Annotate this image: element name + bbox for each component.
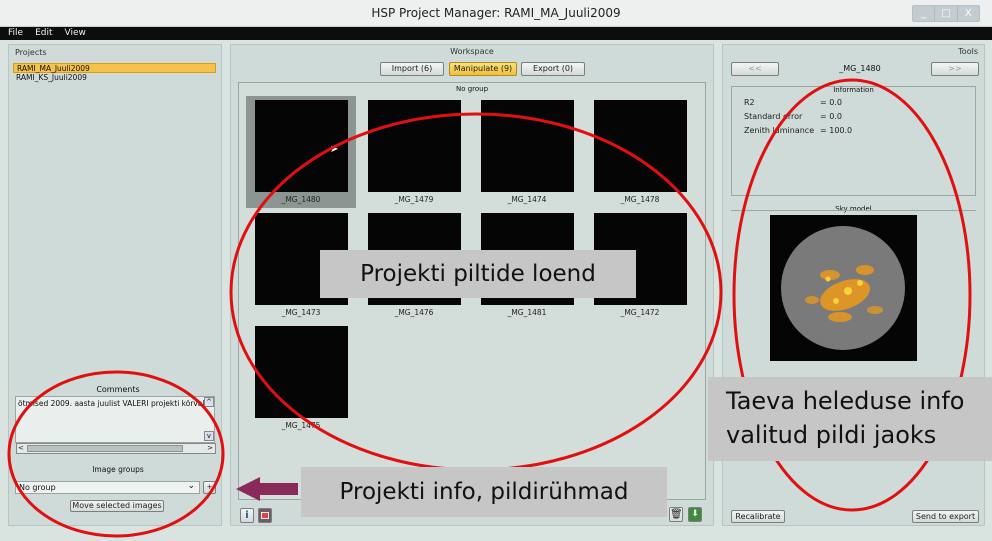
horizontal-scrollbar[interactable]: < > <box>16 443 216 454</box>
stat-r2: R2 = 0.0 <box>744 98 852 112</box>
next-image-button[interactable]: >> <box>931 62 979 76</box>
image-thumb-mg1478[interactable]: _MG_1478 <box>585 96 695 208</box>
annotation-label-images: Projekti piltide loend <box>320 250 636 298</box>
annotation-label-sky: Taeva heleduse info valitud pildi jaoks <box>708 377 992 461</box>
tab-manipulate[interactable]: Manipulate (9) <box>449 62 517 76</box>
image-name: _MG_1476 <box>394 308 434 317</box>
send-to-export-button[interactable]: Send to export <box>912 510 979 523</box>
maximize-button[interactable]: □ <box>935 6 958 21</box>
scroll-left-button[interactable]: < <box>18 444 24 452</box>
image-thumb-mg1479[interactable]: _MG_1479 <box>359 96 469 208</box>
stat-zenith-value: = 100.0 <box>820 126 853 135</box>
workspace-title: Workspace <box>450 47 494 56</box>
comments-textarea[interactable]: õtmised 2009. aasta juulist VALERI proje… <box>15 396 216 454</box>
image-view-button[interactable] <box>258 508 272 523</box>
image-thumb-mg1474[interactable]: _MG_1474 <box>472 96 582 208</box>
stat-zenith-label: Zenith luminance <box>744 126 815 135</box>
scroll-up-button[interactable]: ^ <box>204 397 214 407</box>
window-title: HSP Project Manager: RAMI_MA_Juuli2009 <box>371 6 621 20</box>
image-name: _MG_1473 <box>281 308 321 317</box>
project-list: RAMI_MA_Juuli2009 RAMI_KS_Juuli2009 <box>13 63 216 83</box>
prev-image-button[interactable]: << <box>731 62 779 76</box>
image-thumb-mg1480[interactable]: ➤ _MG_1480 <box>246 96 356 208</box>
cursor-icon: ➤ <box>330 144 339 155</box>
image-group-selected: No group <box>19 483 56 492</box>
chevron-down-icon: ⌄ <box>187 481 195 491</box>
stat-zenith: Zenith luminance = 100.0 <box>744 126 852 140</box>
scrollbar-thumb[interactable] <box>27 445 183 452</box>
image-name: _MG_1475 <box>281 421 321 430</box>
menu-edit[interactable]: Edit <box>35 27 52 40</box>
close-button[interactable]: X <box>957 6 979 21</box>
tab-export[interactable]: Export (0) <box>521 62 585 76</box>
image-group-add-button[interactable]: + <box>203 481 216 494</box>
export-arrow-icon: ⬇ <box>691 509 699 519</box>
comments-title: Comments <box>96 385 140 394</box>
stat-stderr: Standard error = 0.0 <box>744 112 852 126</box>
annotation-sky-line1: Taeva heleduse info <box>726 387 965 415</box>
sky-statistics: R2 = 0.0 Standard error = 0.0 Zenith lumin… <box>744 98 852 140</box>
tools-title: Tools <box>958 47 978 56</box>
menu-view[interactable]: View <box>65 27 86 40</box>
recalibrate-button[interactable]: Recalibrate <box>731 510 785 523</box>
trash-icon: 🗑 <box>670 509 683 520</box>
stat-stderr-value: = 0.0 <box>820 112 842 121</box>
image-thumb-mg1475[interactable]: _MG_1475 <box>246 322 356 434</box>
info-button[interactable]: i <box>240 508 254 523</box>
delete-button[interactable]: 🗑 <box>669 507 683 522</box>
stat-stderr-label: Standard error <box>744 112 803 121</box>
image-name: _MG_1478 <box>620 195 660 204</box>
skymodel-graphic <box>781 226 905 350</box>
image-name: _MG_1480 <box>281 195 321 204</box>
image-name: _MG_1472 <box>620 308 660 317</box>
comments-text: õtmised 2009. aasta juulist VALERI proje… <box>18 399 204 408</box>
stat-r2-label: R2 <box>744 98 755 107</box>
annotation-label-project-info: Projekti info, pildirühmad <box>301 467 667 517</box>
image-preview <box>594 100 687 192</box>
minimize-button[interactable]: _ <box>913 6 936 21</box>
group-label: No group <box>455 85 489 93</box>
menu-bar: File Edit View <box>0 27 992 40</box>
stat-r2-value: = 0.0 <box>820 98 842 107</box>
scroll-right-button[interactable]: > <box>207 444 213 452</box>
info-icon: i <box>245 510 249 521</box>
image-groups-title: Image groups <box>92 465 144 474</box>
window-controls: _ □ X <box>912 5 980 22</box>
information-title: Information <box>833 86 874 94</box>
export-button[interactable]: ⬇ <box>688 507 702 522</box>
image-icon <box>261 512 269 519</box>
image-name: _MG_1474 <box>507 195 547 204</box>
move-selected-images-button[interactable]: Move selected images <box>70 500 164 512</box>
menu-file[interactable]: File <box>8 27 23 40</box>
tab-import[interactable]: Import (6) <box>380 62 444 76</box>
annotation-sky-line2: valitud pildi jaoks <box>726 421 937 449</box>
image-name: _MG_1481 <box>507 308 547 317</box>
image-preview <box>368 100 461 192</box>
skymodel-image <box>770 215 917 361</box>
scroll-down-button[interactable]: v <box>204 431 214 441</box>
image-name: _MG_1479 <box>394 195 434 204</box>
image-preview <box>481 100 574 192</box>
image-preview <box>255 326 348 418</box>
window-titlebar: HSP Project Manager: RAMI_MA_Juuli2009 _… <box>0 0 992 27</box>
projects-title: Projects <box>15 48 47 57</box>
current-image-name: _MG_1480 <box>839 64 881 73</box>
project-item-rami-ks[interactable]: RAMI_KS_Juuli2009 <box>13 73 216 83</box>
image-group-select[interactable]: No group ⌄ <box>15 481 200 494</box>
project-item-rami-ma[interactable]: RAMI_MA_Juuli2009 <box>13 63 216 73</box>
